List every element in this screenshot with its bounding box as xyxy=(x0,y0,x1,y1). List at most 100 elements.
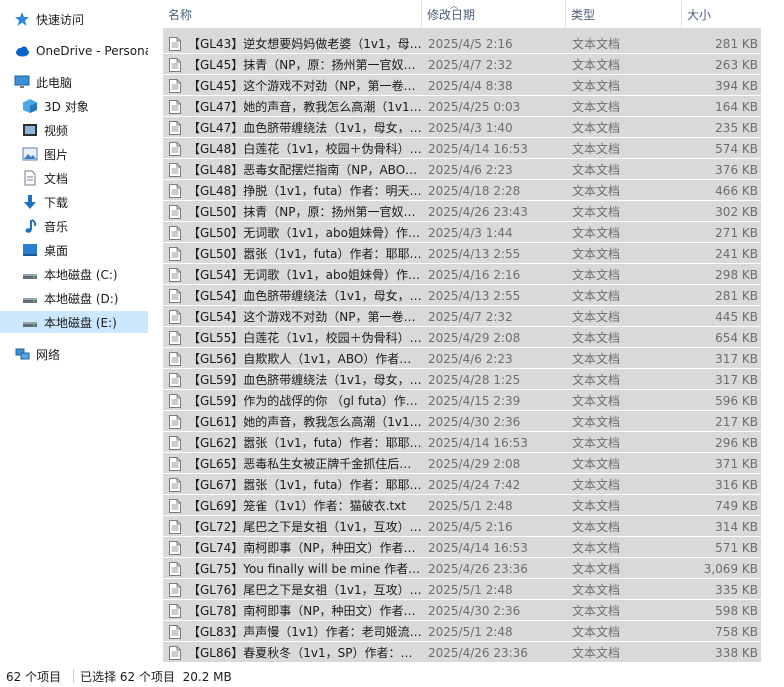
table-row[interactable]: 【GL50】无词歌（1v1，abo姐妹骨）作… 2025/4/3 1:44 文本文档… xyxy=(163,222,761,242)
file-name: 【GL50】嚣张（1v1，futa）作者：耶耶… xyxy=(188,247,422,261)
sort-ascending-icon: ︿ xyxy=(450,1,458,10)
table-row[interactable]: 【GL55】白莲花（1v1，校园＋伪骨科）… 2025/4/29 2:08 文本文档… xyxy=(163,327,761,347)
file-type: 文本文档 xyxy=(572,37,621,51)
table-row[interactable]: 【GL54】血色脐带缠绕法（1v1，母女，… 2025/4/13 2:55 文本文档… xyxy=(163,285,761,305)
file-size: 164 KB xyxy=(715,100,758,114)
nav-item-label: 图片 xyxy=(44,147,69,162)
table-row[interactable]: 【GL65】恶毒私生女被正牌千金抓住后… 2025/4/29 2:08 文本文档 37… xyxy=(163,453,761,473)
text-file-icon xyxy=(169,268,181,282)
file-size: 263 KB xyxy=(715,58,758,72)
file-name: 【GL56】自欺欺人（1v1，ABO）作者… xyxy=(188,352,412,366)
drive-icon xyxy=(22,314,38,330)
table-row[interactable]: 【GL74】南柯即事（NP，种田文）作者… 2025/4/14 16:53 文本文档… xyxy=(163,537,761,557)
file-date: 2025/4/14 16:53 xyxy=(428,541,528,555)
table-row[interactable]: 【GL67】嚣张（1v1，futa）作者：耶耶… 2025/4/24 7:42 文本… xyxy=(163,474,761,494)
table-row[interactable]: 【GL62】嚣张（1v1，futa）作者：耶耶… 2025/4/14 16:53 文… xyxy=(163,432,761,452)
text-file-icon xyxy=(169,520,181,534)
text-file-icon xyxy=(169,541,181,555)
text-file-icon xyxy=(169,37,181,51)
file-size: 314 KB xyxy=(715,520,758,534)
table-row[interactable]: 【GL50】抹青（NP，原：扬州第一官奴… 2025/4/26 23:43 文本文档… xyxy=(163,201,761,221)
file-date: 2025/4/29 2:08 xyxy=(428,457,521,471)
nav-item[interactable]: OneDrive - Persona xyxy=(0,40,148,62)
file-type: 文本文档 xyxy=(572,520,621,534)
table-row[interactable]: 【GL45】这个游戏不对劲（NP，第一卷… 2025/4/4 8:38 文本文档 39… xyxy=(163,75,761,95)
file-type: 文本文档 xyxy=(572,604,621,618)
file-size: 317 KB xyxy=(715,352,758,366)
table-row[interactable]: 【GL48】白莲花（1v1，校园＋伪骨科）… 2025/4/14 16:53 文本文… xyxy=(163,138,761,158)
table-row[interactable]: 【GL48】恶毒女配摆烂指南（NP，ABO… 2025/4/6 2:23 文本文档 3… xyxy=(163,159,761,179)
file-size: 281 KB xyxy=(715,37,758,51)
nav-item[interactable]: 音乐 xyxy=(0,215,148,237)
text-file-icon xyxy=(169,226,181,240)
nav-item[interactable]: 桌面 xyxy=(0,239,148,261)
file-size: 571 KB xyxy=(715,541,758,555)
file-type: 文本文档 xyxy=(572,562,621,576)
table-row[interactable]: 【GL59】血色脐带缠绕法（1v1，母女，… 2025/4/28 1:25 文本文档… xyxy=(163,369,761,389)
item-count: 62 个项目 xyxy=(6,669,62,684)
text-file-icon xyxy=(169,79,181,93)
file-name: 【GL54】这个游戏不对劲（NP，第一卷… xyxy=(188,310,416,324)
table-row[interactable]: 【GL76】尾巴之下是女祖（1v1，互攻）… 2025/5/1 2:48 文本文档 3… xyxy=(163,579,761,599)
table-row[interactable]: 【GL61】她的声音，教我怎么高潮（1v1… 2025/4/30 2:36 文本文档… xyxy=(163,411,761,431)
nav-item[interactable]: 快速访问 xyxy=(0,8,148,30)
table-row[interactable]: 【GL86】春夏秋冬（1v1，SP）作者：… 2025/4/26 23:36 文本文… xyxy=(163,642,761,662)
nav-item-label: 此电脑 xyxy=(36,75,73,90)
nav-item[interactable]: 本地磁盘 (D:) xyxy=(0,287,148,309)
table-row[interactable]: 【GL54】这个游戏不对劲（NP，第一卷… 2025/4/7 2:32 文本文档 44… xyxy=(163,306,761,326)
text-file-icon xyxy=(169,415,181,429)
nav-item[interactable]: 文档 xyxy=(0,167,148,189)
status-divider xyxy=(73,669,75,683)
table-row[interactable]: 【GL69】笼雀（1v1）作者：猫破衣.txt 2025/5/1 2:48 文本文档… xyxy=(163,495,761,515)
nav-item[interactable]: 下载 xyxy=(0,191,148,213)
column-header-type[interactable]: 类型 xyxy=(566,0,682,28)
file-type: 文本文档 xyxy=(572,394,621,408)
table-row[interactable]: 【GL48】挣脱（1v1，futa）作者：明天… 2025/4/18 2:28 文本… xyxy=(163,180,761,200)
table-row[interactable]: 【GL47】她的声音，教我怎么高潮（1v1… 2025/4/25 0:03 文本文档… xyxy=(163,96,761,116)
table-row[interactable]: 【GL56】自欺欺人（1v1，ABO）作者… 2025/4/6 2:23 文本文档 3… xyxy=(163,348,761,368)
file-date: 2025/4/24 7:42 xyxy=(428,478,521,492)
nav-item[interactable]: 本地磁盘 (C:) xyxy=(0,263,148,285)
cube-icon xyxy=(22,98,38,114)
file-name: 【GL50】无词歌（1v1，abo姐妹骨）作… xyxy=(188,226,420,240)
table-row[interactable]: 【GL78】南柯即事（NP，种田文）作者… 2025/4/30 2:36 文本文档 5… xyxy=(163,600,761,620)
file-type: 文本文档 xyxy=(572,100,621,114)
nav-item[interactable]: 图片 xyxy=(0,143,148,165)
file-date: 2025/4/13 2:55 xyxy=(428,247,521,261)
file-date: 2025/4/3 1:40 xyxy=(428,121,513,135)
table-row[interactable]: 【GL45】抹青（NP，原：扬州第一官奴… 2025/4/7 2:32 文本文档 26… xyxy=(163,54,761,74)
table-row[interactable]: 【GL43】逆女想要妈妈做老婆（1v1，母… 2025/4/5 2:16 文本文档 2… xyxy=(163,33,761,53)
table-row[interactable]: 【GL50】嚣张（1v1，futa）作者：耶耶… 2025/4/13 2:55 文本… xyxy=(163,243,761,263)
vertical-scrollbar[interactable] xyxy=(766,0,784,665)
nav-item[interactable]: 3D 对象 xyxy=(0,95,148,117)
file-name: 【GL72】尾巴之下是女祖（1v1，互攻）… xyxy=(188,520,422,534)
file-type: 文本文档 xyxy=(572,163,621,177)
nav-item-label: 本地磁盘 (D:) xyxy=(44,291,119,306)
column-header-name[interactable]: 名称 xyxy=(163,0,422,28)
table-row[interactable]: 【GL59】作为的战俘的你 （gl futa）作… 2025/4/15 2:39 文… xyxy=(163,390,761,410)
column-header-size[interactable]: 大小 xyxy=(682,0,761,28)
file-size: 574 KB xyxy=(715,142,758,156)
nav-item[interactable]: 本地磁盘 (E:) xyxy=(0,311,148,333)
column-header-date[interactable]: 修改日期 xyxy=(422,0,566,28)
file-date: 2025/4/25 0:03 xyxy=(428,100,521,114)
file-date: 2025/4/26 23:36 xyxy=(428,562,528,576)
file-date: 2025/4/15 2:39 xyxy=(428,394,521,408)
nav-item[interactable]: 此电脑 xyxy=(0,71,148,93)
table-row[interactable]: 【GL75】You finally will be mine 作者… 2025/4… xyxy=(163,558,761,578)
file-type: 文本文档 xyxy=(572,331,621,345)
file-date: 2025/4/26 23:43 xyxy=(428,205,528,219)
file-size: 281 KB xyxy=(715,289,758,303)
file-type: 文本文档 xyxy=(572,247,621,261)
file-name: 【GL54】血色脐带缠绕法（1v1，母女，… xyxy=(188,289,422,303)
file-name: 【GL62】嚣张（1v1，futa）作者：耶耶… xyxy=(188,436,422,450)
nav-item[interactable]: 视频 xyxy=(0,119,148,141)
file-name: 【GL76】尾巴之下是女祖（1v1，互攻）… xyxy=(188,583,422,597)
table-row[interactable]: 【GL47】血色脐带缠绕法（1v1，母女，… 2025/4/3 1:40 文本文档 2… xyxy=(163,117,761,137)
file-name: 【GL59】血色脐带缠绕法（1v1，母女，… xyxy=(188,373,422,387)
nav-item[interactable]: 网络 xyxy=(0,343,148,365)
table-row[interactable]: 【GL72】尾巴之下是女祖（1v1，互攻）… 2025/4/5 2:16 文本文档 3… xyxy=(163,516,761,536)
table-row[interactable]: 【GL83】声声慢（1v1）作者：老司姬流… 2025/5/1 2:48 文本文档 7… xyxy=(163,621,761,641)
table-row[interactable]: 【GL54】无词歌（1v1，abo姐妹骨）作… 2025/4/16 2:16 文本文… xyxy=(163,264,761,284)
text-file-icon xyxy=(169,247,181,261)
